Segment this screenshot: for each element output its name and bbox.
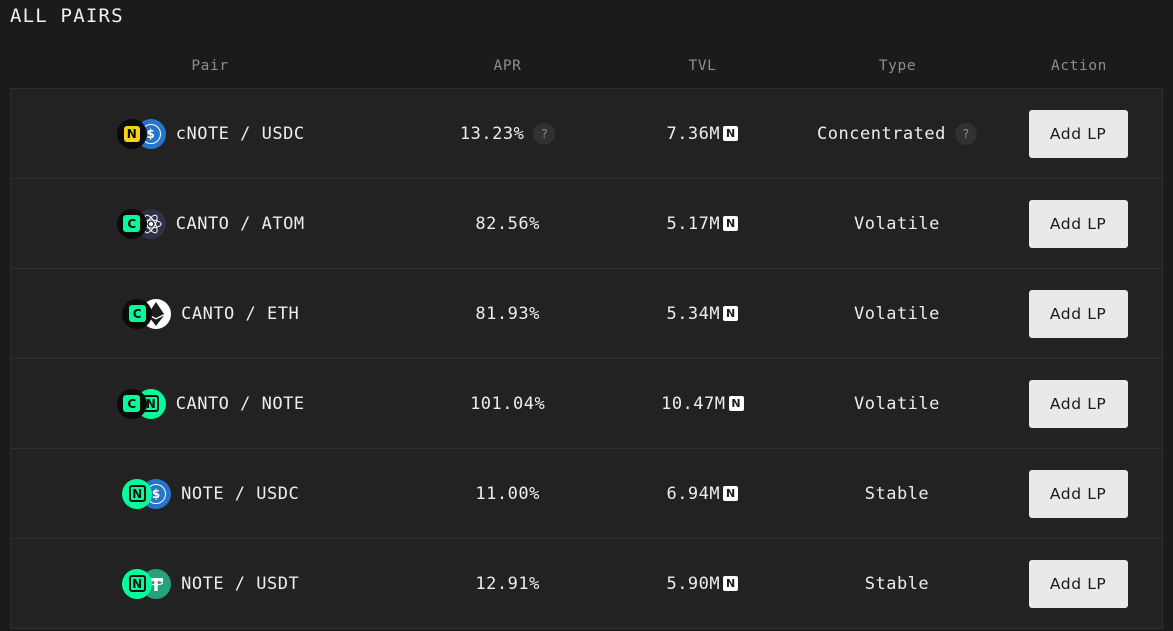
cell-apr: 81.93%: [410, 269, 605, 358]
pool-type-label: Stable: [865, 484, 929, 504]
table-row[interactable]: N$cNOTE / USDC13.23%?7.36MNConcentrated?…: [11, 89, 1162, 179]
pair-name: NOTE / USDT: [181, 574, 299, 594]
tvl-value: 5.90M: [666, 574, 720, 594]
pool-type-label: Stable: [865, 574, 929, 594]
add-lp-button[interactable]: Add LP: [1029, 380, 1128, 428]
token-pair-icons: C: [117, 209, 166, 239]
cell-action: Add LP: [994, 359, 1162, 448]
token-icon-canto: C: [117, 209, 147, 239]
cell-type: Volatile: [800, 179, 995, 268]
token-pair-icons: N$: [122, 479, 171, 509]
token-icon-note: N: [122, 479, 152, 509]
cell-pair: CN CANTO / NOTE: [11, 359, 410, 448]
cell-type: Stable: [800, 539, 995, 628]
cell-tvl: 5.90MN: [605, 539, 800, 628]
cell-action: Add LP: [994, 179, 1162, 268]
pairs-table: Pair APR TVL Type Action N$ cNOTE / USDC 1…: [10, 44, 1163, 629]
cell-action: Add LP: [994, 89, 1162, 178]
apr-value: 12.91%: [475, 574, 539, 594]
token-icon-cnote: N: [117, 119, 147, 149]
token-pair-icons: C: [122, 299, 171, 329]
cell-action: Add LP: [994, 539, 1162, 628]
column-header-type: Type: [800, 58, 995, 74]
cell-apr: 13.23%?: [410, 89, 605, 178]
cell-type: Volatile: [800, 269, 995, 358]
pair-name: CANTO / ATOM: [176, 214, 305, 234]
apr-help-icon[interactable]: ?: [533, 123, 555, 145]
add-lp-button[interactable]: Add LP: [1029, 470, 1128, 518]
cell-tvl: 5.17MN: [605, 179, 800, 268]
apr-value: 82.56%: [475, 214, 539, 234]
cell-apr: 101.04%: [410, 359, 605, 448]
apr-value: 101.04%: [470, 394, 545, 414]
tvl-value: 10.47M: [661, 394, 725, 414]
table-header-row: Pair APR TVL Type Action: [10, 44, 1163, 88]
pool-type-label: Concentrated: [817, 124, 946, 144]
pool-type-label: Volatile: [854, 304, 940, 324]
token-pair-icons: N: [122, 569, 171, 599]
table-row[interactable]: CN CANTO / NOTE 101.04% 10.47M N Volatile Add …: [11, 359, 1162, 449]
pair-name: cNOTE / USDC: [176, 124, 305, 144]
tvl-value: 6.94M: [666, 484, 720, 504]
cell-pair: N$ NOTE / USDC: [11, 449, 410, 538]
column-header-apr: APR: [410, 58, 605, 74]
note-token-icon: N: [723, 216, 738, 231]
tvl-value: 5.34M: [666, 304, 720, 324]
token-icon-note: N: [122, 569, 152, 599]
table-row[interactable]: C CANTO / ETH 81.93% 5.34MN Volatile Add LP: [11, 269, 1162, 359]
note-token-icon: N: [723, 306, 738, 321]
note-token-icon: N: [729, 396, 744, 411]
cell-action: Add LP: [994, 269, 1162, 358]
table-row[interactable]: NNOTE / USDT12.91%5.90MNStableAdd LP: [11, 539, 1162, 629]
pair-name: CANTO / NOTE: [176, 394, 305, 414]
apr-value: 81.93%: [475, 304, 539, 324]
table-body: N$cNOTE / USDC13.23%?7.36MNConcentrated?…: [10, 88, 1163, 629]
note-token-icon: N: [723, 126, 738, 141]
cell-type: Concentrated?: [800, 89, 995, 178]
cell-tvl: 10.47M N: [605, 359, 800, 448]
page-title: ALL PAIRS: [10, 5, 124, 27]
cell-apr: 82.56%: [410, 179, 605, 268]
column-header-action: Action: [995, 58, 1163, 74]
note-token-icon: N: [723, 576, 738, 591]
cell-apr: 12.91%: [410, 539, 605, 628]
cell-tvl: 6.94MN: [605, 449, 800, 538]
add-lp-button[interactable]: Add LP: [1029, 110, 1128, 158]
token-pair-icons: CN: [117, 389, 166, 419]
cell-action: Add LP: [994, 449, 1162, 538]
apr-value: 11.00%: [475, 484, 539, 504]
pool-type-label: Volatile: [854, 214, 940, 234]
add-lp-button[interactable]: Add LP: [1029, 560, 1128, 608]
note-token-icon: N: [723, 486, 738, 501]
type-help-icon[interactable]: ?: [955, 123, 977, 145]
cell-pair: N NOTE / USDT: [11, 539, 410, 628]
tvl-value: 7.36M: [666, 124, 720, 144]
pair-name: CANTO / ETH: [181, 304, 299, 324]
cell-type: Volatile: [800, 359, 995, 448]
apr-value: 13.23%: [460, 124, 524, 144]
table-row[interactable]: C CANTO / ATOM 82.56% 5.17MN Volatile Add LP: [11, 179, 1162, 269]
token-icon-canto: C: [122, 299, 152, 329]
all-pairs-page: ALL PAIRS Pair APR TVL Type Action N$ cNO…: [0, 0, 1173, 631]
pair-name: NOTE / USDC: [181, 484, 299, 504]
column-header-tvl: TVL: [605, 58, 800, 74]
add-lp-button[interactable]: Add LP: [1029, 200, 1128, 248]
token-icon-canto: C: [117, 389, 147, 419]
token-pair-icons: N$: [117, 119, 166, 149]
tvl-value: 5.17M: [666, 214, 720, 234]
table-row[interactable]: N$NOTE / USDC11.00%6.94MNStableAdd LP: [11, 449, 1162, 539]
cell-pair: C CANTO / ETH: [11, 269, 410, 358]
cell-type: Stable: [800, 449, 995, 538]
cell-pair: N$ cNOTE / USDC: [11, 89, 410, 178]
pool-type-label: Volatile: [854, 394, 940, 414]
column-header-pair: Pair: [10, 58, 410, 74]
cell-tvl: 5.34MN: [605, 269, 800, 358]
add-lp-button[interactable]: Add LP: [1029, 290, 1128, 338]
cell-pair: C CANTO / ATOM: [11, 179, 410, 268]
cell-apr: 11.00%: [410, 449, 605, 538]
cell-tvl: 7.36MN: [605, 89, 800, 178]
